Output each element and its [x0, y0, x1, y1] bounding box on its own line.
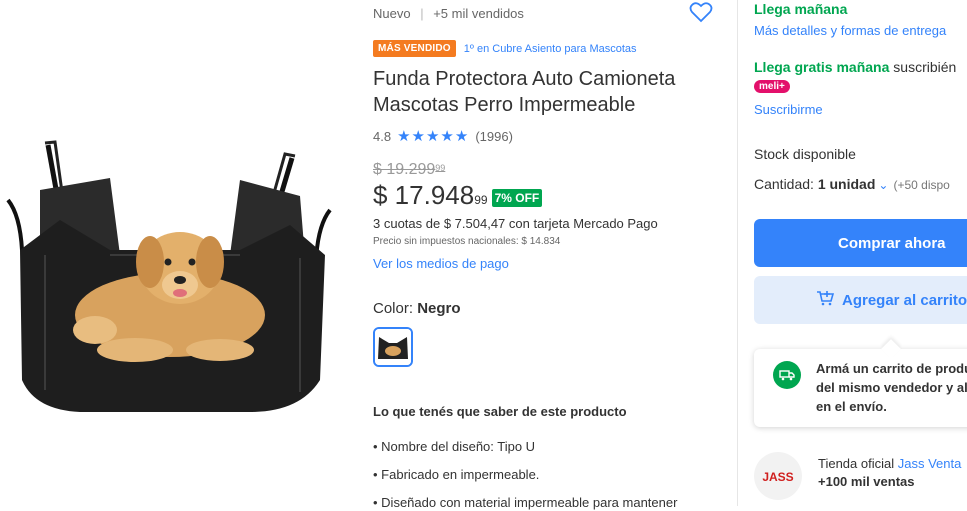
installments-text: 3 cuotas de $ 7.504,47 con tarjeta Merca… — [373, 216, 658, 231]
feature-item: • Nombre del diseño: Tipo U — [373, 439, 536, 454]
original-price-cents: 99 — [435, 163, 446, 173]
feature-item: • Diseñado con material impermeable para… — [373, 495, 678, 510]
product-image[interactable] — [0, 0, 345, 506]
color-label-prefix: Color: — [373, 300, 418, 317]
favorite-heart-icon[interactable] — [689, 1, 715, 25]
chevron-down-icon: ⌄ — [878, 178, 889, 192]
tooltip-text: Armá un carrito de produ del mismo vende… — [816, 359, 967, 416]
buy-now-button[interactable]: Comprar ahora — [754, 219, 967, 267]
free-arrival-suffix: suscribién — [889, 59, 957, 75]
condition-row: Nuevo | +5 mil vendidos — [373, 6, 524, 21]
payment-methods-link[interactable]: Ver los medios de pago — [373, 256, 509, 271]
seller-name-link[interactable]: Jass Venta — [898, 456, 962, 471]
color-selector-label: Color: Negro — [373, 300, 461, 317]
cart-plus-icon — [816, 290, 835, 310]
seller-name-row: Tienda oficial Jass Venta — [818, 456, 961, 471]
subscribe-link[interactable]: Suscribirme — [754, 102, 823, 117]
free-arrival-label: Llega gratis mañana — [754, 59, 890, 75]
meli-plus-badge: meli+ — [754, 80, 790, 93]
stock-label: Stock disponible — [754, 146, 856, 162]
tooltip-line: Armá un carrito de produ — [816, 361, 967, 376]
buy-now-label: Comprar ahora — [838, 234, 946, 252]
sold-count: +5 mil vendidos — [433, 6, 524, 21]
cart-tooltip: Armá un carrito de produ del mismo vende… — [754, 349, 967, 427]
discount-badge: 7% OFF — [491, 188, 543, 207]
tooltip-line: en el envío. — [816, 399, 887, 414]
feature-item: • Fabricado en impermeable. — [373, 467, 540, 482]
tooltip-line: del mismo vendedor y al — [816, 380, 967, 395]
column-divider — [737, 0, 738, 506]
seller-logo-text: JASS — [762, 470, 793, 484]
quantity-label: Cantidad: — [754, 176, 818, 192]
seller-prefix: Tienda oficial — [818, 456, 898, 471]
current-price-cents: 99 — [474, 192, 488, 207]
current-price-amount: $ 17.948 — [373, 180, 475, 210]
rating-value: 4.8 — [373, 128, 392, 144]
best-seller-badge: MÁS VENDIDO — [373, 40, 456, 57]
condition-label: Nuevo — [373, 6, 411, 21]
color-value: Negro — [417, 300, 461, 317]
current-price: $ 17.948 99 7% OFF — [373, 180, 543, 211]
pet-seat-cover-photo — [6, 140, 332, 412]
free-arrival-text: Llega gratis mañana suscribién — [754, 59, 956, 75]
arrival-text: Llega mañana — [754, 1, 848, 17]
truck-icon — [773, 361, 801, 389]
add-to-cart-button[interactable]: Agregar al carrito — [754, 276, 967, 324]
best-seller-row: MÁS VENDIDO 1º en Cubre Asiento para Mas… — [373, 40, 637, 57]
star-rating-icon: ★★★★★ — [397, 128, 470, 145]
quantity-value: 1 unidad — [817, 176, 876, 192]
seller-logo[interactable]: JASS — [754, 452, 802, 500]
color-swatch-negro[interactable] — [373, 327, 413, 367]
quantity-selector[interactable]: Cantidad: 1 unidad ⌄ (+50 dispo — [754, 176, 950, 192]
category-ranking-link[interactable]: 1º en Cubre Asiento para Mascotas — [464, 43, 637, 55]
features-title: Lo que tenés que saber de este producto — [373, 404, 627, 419]
add-to-cart-label: Agregar al carrito — [842, 291, 967, 309]
separator: | — [420, 6, 424, 21]
quantity-available: (+50 dispo — [893, 178, 950, 192]
review-count: (1996) — [475, 128, 513, 144]
original-price-amount: $ 19.299 — [373, 161, 436, 178]
delivery-details-link[interactable]: Más detalles y formas de entrega — [754, 23, 946, 38]
rating-row[interactable]: 4.8 ★★★★★ (1996) — [373, 127, 513, 145]
product-title: Funda Protectora Auto Camioneta Mascotas… — [373, 68, 676, 116]
tax-note: Precio sin impuestos nacionales: $ 14.83… — [373, 236, 561, 247]
original-price: $ 19.29999 — [373, 161, 445, 179]
seller-sales: +100 mil ventas — [818, 474, 915, 489]
